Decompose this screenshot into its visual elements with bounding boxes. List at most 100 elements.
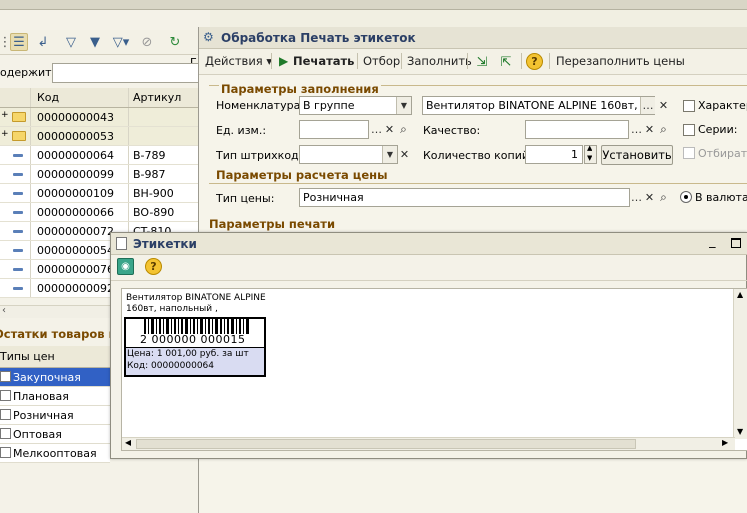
sheet-hscroll[interactable]: ◀ ▶ <box>122 437 735 450</box>
chevron-down-icon[interactable]: ▼ <box>396 97 411 114</box>
sheet-vscroll[interactable]: ▲ ▼ <box>733 289 747 439</box>
expand-icon[interactable]: + <box>1 110 9 120</box>
hierarchy-icon[interactable]: ↲ <box>34 33 52 51</box>
price-type-checkbox[interactable] <box>0 447 11 458</box>
refresh-icon[interactable]: ↻ <box>166 33 184 51</box>
quality-search-icon[interactable]: ⌕ <box>656 121 671 138</box>
copies-input[interactable]: 1 <box>525 145 583 164</box>
item-icon <box>13 230 23 233</box>
list-item[interactable]: Закупочная <box>0 368 110 387</box>
chevron-down-icon[interactable]: ▼ <box>382 146 397 163</box>
filter-dropdown-icon[interactable]: ▽▾ <box>108 33 134 51</box>
list-item[interactable]: Оптовая <box>0 425 110 444</box>
maximize-icon[interactable] <box>731 238 741 248</box>
print-button[interactable]: Печатать <box>293 52 354 70</box>
labels-title: Этикетки <box>133 237 197 251</box>
export-icon[interactable]: ⇱ <box>497 53 515 71</box>
refill-prices-button[interactable]: Перезаполнить цены <box>556 52 685 70</box>
clear-nomenclature-icon[interactable]: ✕ <box>656 97 671 114</box>
price-type-label: Плановая <box>13 390 69 403</box>
labels-toolbar: ◉ ? <box>111 255 747 281</box>
price-type-label: Закупочная <box>13 371 81 384</box>
copies-label: Количество копий: <box>423 149 533 162</box>
nomenclature-mode-select[interactable]: В группе ▼ <box>299 96 412 115</box>
select-checkbox[interactable] <box>683 147 695 159</box>
help-icon[interactable]: ? <box>145 258 162 275</box>
clear-filter-icon[interactable]: ⊘ <box>138 33 156 51</box>
clear-unit-icon[interactable]: ✕ <box>382 121 397 138</box>
row-code: 00000000066 <box>37 206 114 219</box>
price-type-field[interactable]: Розничная <box>299 188 630 207</box>
price-params-title: Параметры расчета цены <box>216 168 388 182</box>
selection-button[interactable]: Отбор <box>363 52 400 70</box>
barcode-digits: 2 000000 000015 <box>140 333 246 346</box>
table-row[interactable]: +00000000043 <box>0 108 210 127</box>
clear-quality-icon[interactable]: ✕ <box>642 121 657 138</box>
unit-field[interactable] <box>299 120 369 139</box>
barcode-type-select[interactable]: ▼ <box>299 145 398 164</box>
price-type-checkbox[interactable] <box>0 428 11 439</box>
clear-barcode-type-icon[interactable]: ✕ <box>397 146 412 163</box>
filter-icon[interactable]: ▽ <box>62 33 80 51</box>
filter-value-icon[interactable]: ▼ <box>86 33 104 51</box>
import-icon[interactable]: ⇲ <box>473 53 491 71</box>
scroll-down-icon[interactable]: ▼ <box>737 427 743 436</box>
folder-icon <box>12 131 26 141</box>
camera-icon[interactable]: ◉ <box>117 258 134 275</box>
price-box: Цена: 1 001,00 руб. за шт Код: 000000000… <box>126 347 264 375</box>
hscroll-thumb[interactable] <box>136 439 636 449</box>
labels-titlebar: Этикетки _ <box>111 233 747 255</box>
column-code-header[interactable]: Код <box>37 91 59 104</box>
price-type-checkbox[interactable] <box>0 409 11 420</box>
label-product-line1: Вентилятор BINATONE ALPINE <box>126 293 266 303</box>
row-code: 00000000072 <box>37 225 114 238</box>
copies-spinner[interactable]: ▲ ▼ <box>584 144 597 164</box>
select-label: Отбирать <box>698 147 747 160</box>
select-ellipsis-icon[interactable]: … <box>640 97 655 114</box>
expand-icon[interactable]: + <box>1 129 9 139</box>
nomenclature-label: Номенклатура: <box>216 99 305 112</box>
spin-down-icon[interactable]: ▼ <box>587 154 592 162</box>
spin-up-icon[interactable]: ▲ <box>587 144 592 152</box>
catalog-toolbar: ⋮ ☰ ↲ ▽ ▼ ▽▾ ⊘ ↻ Г <box>0 30 210 69</box>
scroll-right-icon[interactable]: ▶ <box>722 438 728 447</box>
fill-button[interactable]: Заполнить <box>407 52 472 70</box>
unit-search-icon[interactable]: ⌕ <box>396 121 411 138</box>
copies-value: 1 <box>571 148 578 161</box>
help-icon[interactable]: ? <box>526 53 543 70</box>
list-item[interactable]: Мелкооптовая <box>0 444 110 463</box>
table-row[interactable]: 00000000109 BH-900 <box>0 184 210 203</box>
scroll-up-icon[interactable]: ▲ <box>737 290 743 299</box>
quality-field[interactable] <box>525 120 629 139</box>
list-item[interactable]: Розничная <box>0 406 110 425</box>
clear-price-type-icon[interactable]: ✕ <box>642 189 657 206</box>
currency-label: В валютах <box>695 191 747 204</box>
list-view-icon[interactable]: ☰ <box>10 33 28 51</box>
scroll-left-icon[interactable]: ‹ <box>2 305 6 316</box>
scroll-left-icon[interactable]: ◀ <box>125 438 131 447</box>
nomenclature-field[interactable]: Вентилятор BINATONE ALPINE 160вт, нап … <box>422 96 655 115</box>
list-item[interactable]: Плановая <box>0 387 110 406</box>
characteristics-checkbox[interactable] <box>683 100 695 112</box>
row-article: B-987 <box>133 168 166 181</box>
document-icon <box>116 237 127 250</box>
table-row[interactable]: 00000000099 B-987 <box>0 165 210 184</box>
series-label: Серии: <box>698 123 738 136</box>
table-row[interactable]: 00000000066 BO-890 <box>0 203 210 222</box>
table-row[interactable]: +00000000053 <box>0 127 210 146</box>
price-type-checkbox[interactable] <box>0 371 11 382</box>
table-row[interactable]: 00000000064 B-789 <box>0 146 210 165</box>
label-price: Цена: 1 001,00 руб. за шт <box>127 349 249 359</box>
actions-menu[interactable]: Действия ▾ <box>205 52 272 70</box>
item-icon <box>13 287 23 290</box>
set-button[interactable]: Установить <box>601 145 673 165</box>
column-article-header[interactable]: Артикул <box>133 91 181 104</box>
price-type-search-icon[interactable]: ⌕ <box>656 189 671 206</box>
currency-radio[interactable] <box>680 191 692 203</box>
item-icon <box>13 173 23 176</box>
price-type-checkbox[interactable] <box>0 390 11 401</box>
minimize-icon[interactable]: _ <box>709 234 716 249</box>
filter-input[interactable] <box>52 63 212 83</box>
price-type-value: Розничная <box>303 191 364 204</box>
series-checkbox[interactable] <box>683 124 695 136</box>
